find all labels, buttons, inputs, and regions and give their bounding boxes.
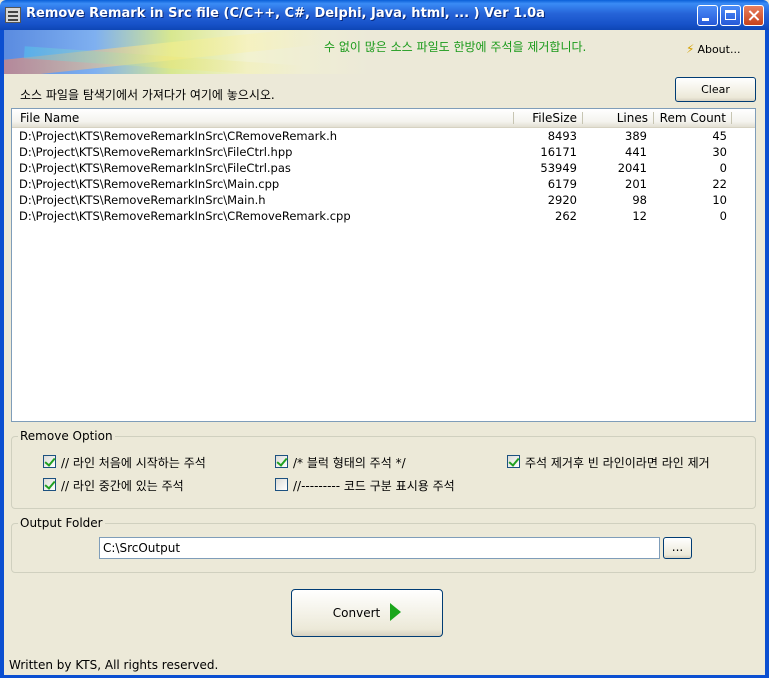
main-window: Remove Remark in Src file (C/C++, C#, De… bbox=[0, 0, 769, 678]
table-row[interactable]: D:\Project\KTS\RemoveRemarkInSrc\FileCtr… bbox=[12, 160, 755, 176]
banner-message: 수 없이 많은 소스 파일도 한방에 주석을 제거합니다. bbox=[324, 40, 587, 54]
close-icon[interactable] bbox=[743, 5, 764, 26]
file-list-rows: D:\Project\KTS\RemoveRemarkInSrc\CRemove… bbox=[12, 128, 755, 224]
drop-hint: 소스 파일을 탐색기에서 가져다가 여기에 놓으시오. bbox=[20, 88, 275, 102]
table-row[interactable]: D:\Project\KTS\RemoveRemarkInSrc\Main.cp… bbox=[12, 176, 755, 192]
option-label: // 라인 처음에 시작하는 주석 bbox=[61, 456, 206, 470]
clear-button[interactable]: Clear bbox=[675, 77, 756, 102]
file-list[interactable]: File Name FileSize Lines Rem Count D:\Pr… bbox=[11, 108, 756, 422]
convert-button[interactable]: Convert bbox=[291, 589, 443, 637]
lightning-icon: ⚡ bbox=[686, 42, 695, 56]
cell-filesize: 8493 bbox=[547, 129, 577, 143]
footer-copyright: Written by KTS, All rights reserved. bbox=[9, 658, 219, 672]
column-header-file-name[interactable]: File Name bbox=[12, 109, 514, 127]
output-folder-title: Output Folder bbox=[18, 516, 105, 530]
file-list-header: File Name FileSize Lines Rem Count bbox=[12, 109, 755, 128]
about-button[interactable]: ⚡ About... bbox=[686, 42, 740, 56]
cell-filesize: 2920 bbox=[547, 193, 577, 207]
minimize-icon[interactable] bbox=[697, 5, 718, 26]
option-label: //--------- 코드 구분 표시용 주석 bbox=[293, 479, 455, 493]
cell-rem-count: 10 bbox=[712, 193, 727, 207]
cell-rem-count: 0 bbox=[719, 161, 727, 175]
table-row[interactable]: D:\Project\KTS\RemoveRemarkInSrc\Main.h … bbox=[12, 192, 755, 208]
app-icon[interactable] bbox=[5, 7, 21, 23]
cell-filesize: 53949 bbox=[540, 161, 577, 175]
table-row[interactable]: D:\Project\KTS\RemoveRemarkInSrc\FileCtr… bbox=[12, 144, 755, 160]
browse-button[interactable]: ... bbox=[663, 537, 692, 559]
window-border-right bbox=[765, 30, 769, 678]
cell-lines: 389 bbox=[625, 129, 647, 143]
cell-lines: 12 bbox=[632, 209, 647, 223]
checkbox-block-comment[interactable] bbox=[275, 455, 288, 468]
checkbox-separator-comment[interactable] bbox=[275, 478, 288, 491]
cell-file-name: D:\Project\KTS\RemoveRemarkInSrc\Main.h bbox=[19, 193, 266, 207]
checkbox-inline-comment[interactable] bbox=[43, 478, 56, 491]
about-label: About... bbox=[697, 43, 741, 56]
checkbox-line-start-comment[interactable] bbox=[43, 455, 56, 468]
cell-file-name: D:\Project\KTS\RemoveRemarkInSrc\FileCtr… bbox=[19, 145, 293, 159]
column-header-lines[interactable]: Lines bbox=[583, 109, 654, 127]
option-label: 주석 제거후 빈 라인이라면 라인 제거 bbox=[525, 456, 710, 470]
window-border-left bbox=[0, 30, 4, 678]
cell-file-name: D:\Project\KTS\RemoveRemarkInSrc\CRemove… bbox=[19, 209, 351, 223]
title-bar[interactable]: Remove Remark in Src file (C/C++, C#, De… bbox=[0, 0, 769, 30]
cell-filesize: 16171 bbox=[540, 145, 577, 159]
cell-file-name: D:\Project\KTS\RemoveRemarkInSrc\Main.cp… bbox=[19, 177, 280, 191]
cell-rem-count: 0 bbox=[719, 209, 727, 223]
convert-label: Convert bbox=[332, 606, 381, 620]
output-folder-input[interactable]: C:\SrcOutput bbox=[99, 537, 660, 559]
cell-lines: 201 bbox=[625, 177, 647, 191]
maximize-icon[interactable] bbox=[720, 5, 741, 26]
cell-lines: 2041 bbox=[617, 161, 647, 175]
cell-rem-count: 30 bbox=[712, 145, 727, 159]
remove-option-group: Remove Option bbox=[11, 429, 756, 509]
checkbox-remove-empty-line[interactable] bbox=[507, 455, 520, 468]
cell-lines: 441 bbox=[625, 145, 647, 159]
banner: 수 없이 많은 소스 파일도 한방에 주석을 제거합니다. bbox=[4, 30, 765, 74]
cell-rem-count: 22 bbox=[712, 177, 727, 191]
cell-lines: 98 bbox=[632, 193, 647, 207]
table-row[interactable]: D:\Project\KTS\RemoveRemarkInSrc\CRemove… bbox=[12, 208, 755, 224]
cell-filesize: 262 bbox=[555, 209, 577, 223]
option-label: // 라인 중간에 있는 주석 bbox=[61, 479, 184, 493]
cell-file-name: D:\Project\KTS\RemoveRemarkInSrc\CRemove… bbox=[19, 129, 338, 143]
window-title: Remove Remark in Src file (C/C++, C#, De… bbox=[26, 6, 545, 21]
option-label: /* 블럭 형태의 주석 */ bbox=[293, 456, 406, 470]
play-icon bbox=[390, 603, 402, 621]
cell-rem-count: 45 bbox=[712, 129, 727, 143]
column-header-rem-count[interactable]: Rem Count bbox=[654, 109, 732, 127]
cell-file-name: D:\Project\KTS\RemoveRemarkInSrc\FileCtr… bbox=[19, 161, 291, 175]
cell-filesize: 6179 bbox=[547, 177, 577, 191]
column-header-filesize[interactable]: FileSize bbox=[514, 109, 583, 127]
remove-option-title: Remove Option bbox=[18, 429, 115, 443]
table-row[interactable]: D:\Project\KTS\RemoveRemarkInSrc\CRemove… bbox=[12, 128, 755, 144]
